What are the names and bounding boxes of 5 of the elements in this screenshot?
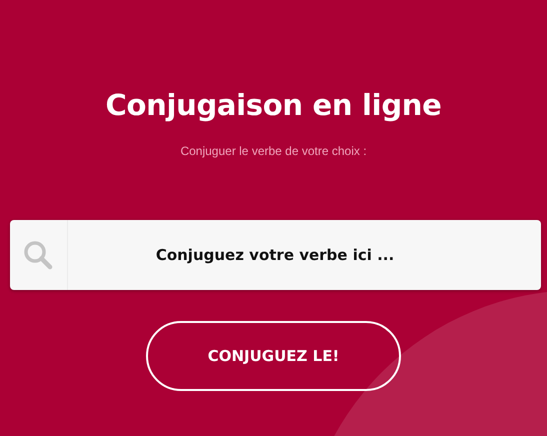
page-title: Conjugaison en ligne bbox=[106, 88, 442, 122]
subtitle: Conjuguer le verbe de votre choix : bbox=[180, 144, 367, 158]
conjugate-button[interactable]: CONJUGUEZ LE! bbox=[146, 321, 401, 391]
search-field[interactable]: Conjuguez votre verbe ici ... bbox=[10, 220, 540, 290]
search-icon bbox=[23, 240, 53, 270]
